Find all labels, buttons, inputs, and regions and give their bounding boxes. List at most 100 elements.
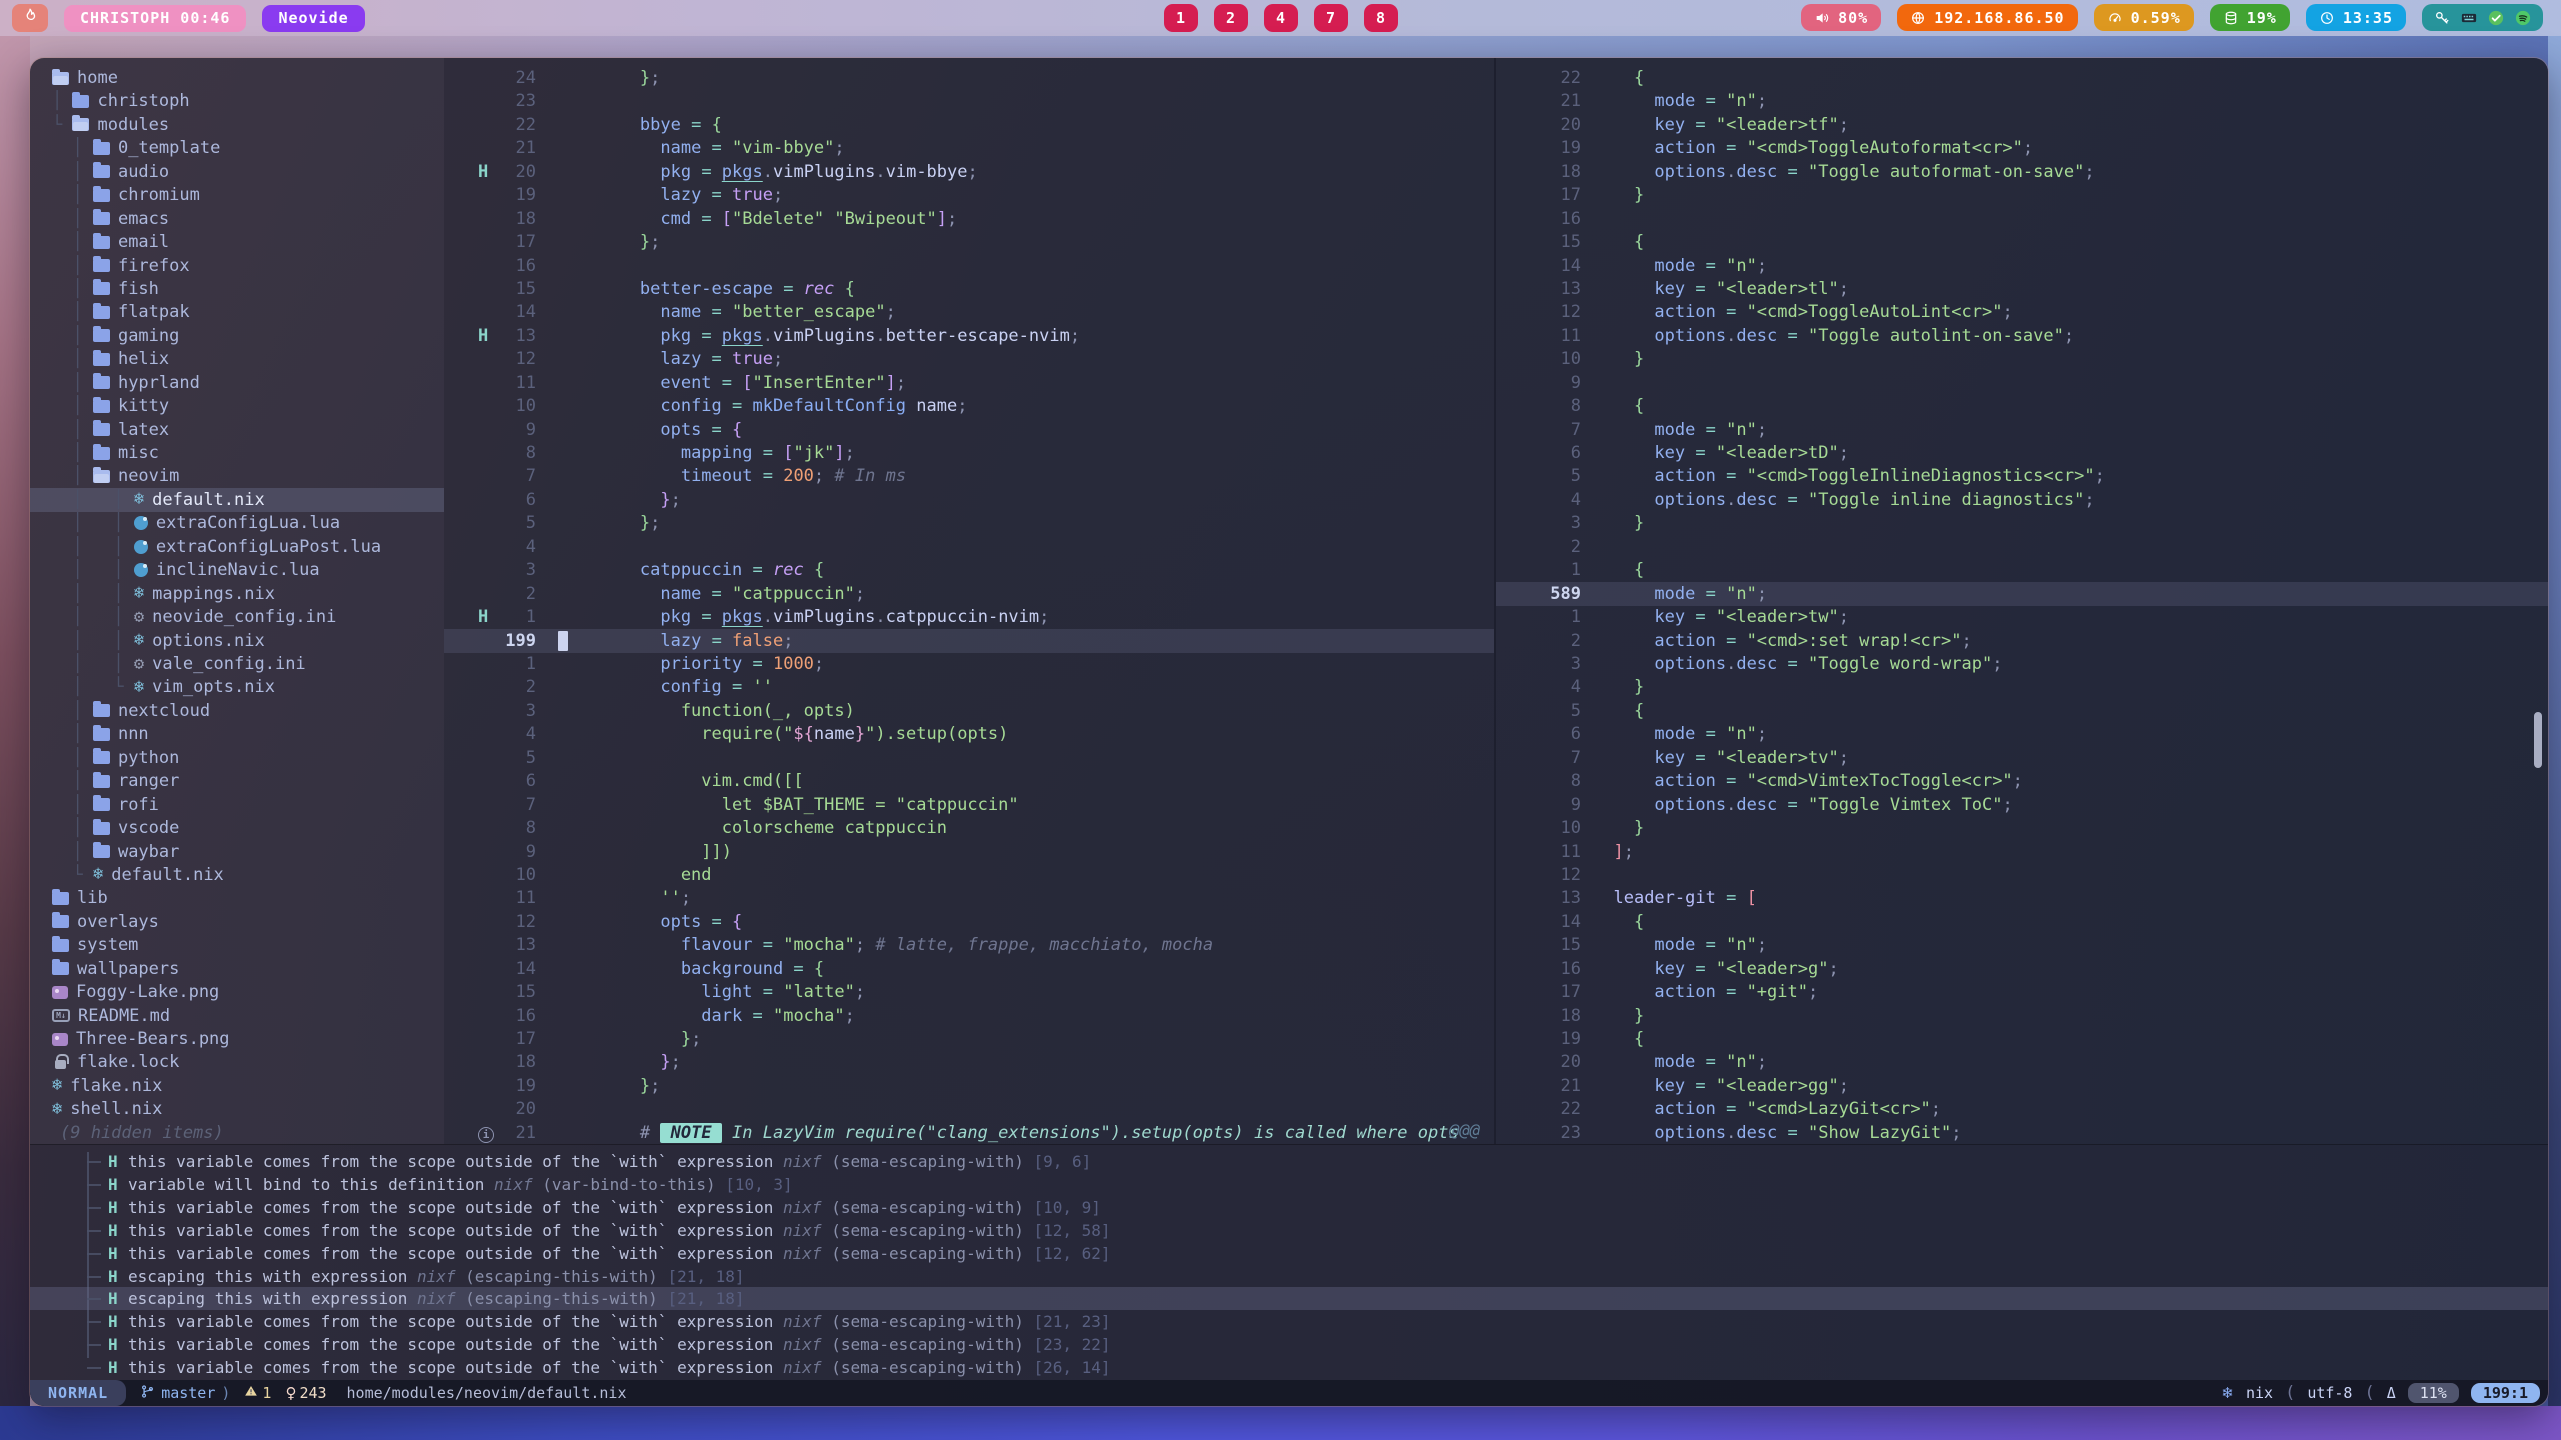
- diagnostic-row[interactable]: Hthis variable comes from the scope outs…: [30, 1219, 2548, 1242]
- tree-item-ranger[interactable]: │ ranger: [30, 769, 444, 793]
- code-line[interactable]: H20 pkg = pkgs.vimPlugins.vim-bbye;: [444, 160, 1494, 184]
- editor-pane-left[interactable]: 24 };2322 bbye = {21 name = "vim-bbye";H…: [444, 58, 1494, 1144]
- key-icon[interactable]: [2433, 9, 2451, 27]
- code-line[interactable]: 2: [1496, 535, 2548, 559]
- tree-item-inclineNavic.lua[interactable]: │ │ inclineNavic.lua: [30, 558, 444, 582]
- tree-item-default.nix[interactable]: └ ❄default.nix: [30, 863, 444, 887]
- code-line[interactable]: 9 ]]): [444, 840, 1494, 864]
- tree-item-lib[interactable]: lib: [30, 886, 444, 910]
- tree-item-0_template[interactable]: │ 0_template: [30, 136, 444, 160]
- code-line[interactable]: 1 {: [1496, 558, 2548, 582]
- tree-item-fish[interactable]: │ fish: [30, 277, 444, 301]
- code-line[interactable]: 11 '';: [444, 886, 1494, 910]
- tree-item-extraConfigLuaPost.lua[interactable]: │ │ extraConfigLuaPost.lua: [30, 535, 444, 559]
- tree-item-shell.nix[interactable]: ❄shell.nix: [30, 1097, 444, 1121]
- code-line[interactable]: 9 opts = {: [444, 418, 1494, 442]
- tree-item-neovim[interactable]: │ neovim: [30, 464, 444, 488]
- code-line[interactable]: 16 key = "<leader>g";: [1496, 957, 2548, 981]
- code-line[interactable]: 11 event = ["InsertEnter"];: [444, 371, 1494, 395]
- tree-item-audio[interactable]: │ audio: [30, 160, 444, 184]
- code-line[interactable]: 14 mode = "n";: [1496, 254, 2548, 278]
- tree-item-overlays[interactable]: overlays: [30, 910, 444, 934]
- network-pill[interactable]: 192.168.86.50: [1897, 4, 2077, 31]
- code-line[interactable]: 7 let $BAT_THEME = "catppuccin": [444, 793, 1494, 817]
- disk-pill[interactable]: 19%: [2210, 4, 2290, 31]
- code-line[interactable]: 20: [444, 1097, 1494, 1121]
- code-line[interactable]: 8 action = "<cmd>VimtexTocToggle<cr>";: [1496, 769, 2548, 793]
- tree-item-Foggy-Lake.png[interactable]: Foggy-Lake.png: [30, 980, 444, 1004]
- workspace-button-8[interactable]: 8: [1364, 4, 1398, 32]
- code-line[interactable]: 18 }: [1496, 1004, 2548, 1028]
- code-line[interactable]: 21 name = "vim-bbye";: [444, 136, 1494, 160]
- tree-item-kitty[interactable]: │ kitty: [30, 394, 444, 418]
- code-line[interactable]: 4: [444, 535, 1494, 559]
- code-line[interactable]: 18 cmd = ["Bdelete" "Bwipeout"];: [444, 207, 1494, 231]
- code-line[interactable]: 5 {: [1496, 699, 2548, 723]
- code-line[interactable]: 16: [1496, 207, 2548, 231]
- code-line[interactable]: 10 }: [1496, 347, 2548, 371]
- code-line[interactable]: 6 vim.cmd([[: [444, 769, 1494, 793]
- code-line[interactable]: 23: [444, 89, 1494, 113]
- code-line[interactable]: 3 options.desc = "Toggle word-wrap";: [1496, 652, 2548, 676]
- code-line[interactable]: 13 key = "<leader>tl";: [1496, 277, 2548, 301]
- code-line[interactable]: 19 lazy = true;: [444, 183, 1494, 207]
- tree-item-vale_config.ini[interactable]: │ │ ⚙vale_config.ini: [30, 652, 444, 676]
- tree-item-latex[interactable]: │ latex: [30, 418, 444, 442]
- tree-item-README.md[interactable]: README.md: [30, 1004, 444, 1028]
- code-line[interactable]: 4 options.desc = "Toggle inline diagnost…: [1496, 488, 2548, 512]
- tree-item-nextcloud[interactable]: │ nextcloud: [30, 699, 444, 723]
- user-clock-pill[interactable]: CHRISTOPH 00:46: [64, 5, 246, 32]
- code-line[interactable]: 7 timeout = 200; # In ms: [444, 464, 1494, 488]
- tree-item-system[interactable]: system: [30, 933, 444, 957]
- diagnostic-row[interactable]: Hescaping this with expression nixf (esc…: [30, 1265, 2548, 1288]
- tree-item-emacs[interactable]: │ emacs: [30, 207, 444, 231]
- code-line[interactable]: 199 lazy = false;: [444, 629, 1494, 653]
- tree-item-vscode[interactable]: │ vscode: [30, 816, 444, 840]
- code-line[interactable]: 9 options.desc = "Toggle Vimtex ToC";: [1496, 793, 2548, 817]
- code-line[interactable]: 11 ];: [1496, 840, 2548, 864]
- code-line[interactable]: 9: [1496, 371, 2548, 395]
- code-line[interactable]: 589 mode = "n";: [1496, 582, 2548, 606]
- code-line[interactable]: 22 {: [1496, 66, 2548, 90]
- spotify-icon[interactable]: [2514, 9, 2532, 27]
- tree-item-waybar[interactable]: │ waybar: [30, 840, 444, 864]
- git-branch[interactable]: master): [140, 1384, 230, 1403]
- workspace-button-7[interactable]: 7: [1314, 4, 1348, 32]
- tree-item-email[interactable]: │ email: [30, 230, 444, 254]
- code-line[interactable]: 19 };: [444, 1074, 1494, 1098]
- code-line[interactable]: 5 action = "<cmd>ToggleInlineDiagnostics…: [1496, 464, 2548, 488]
- code-line[interactable]: 12 lazy = true;: [444, 347, 1494, 371]
- code-line[interactable]: 20 mode = "n";: [1496, 1050, 2548, 1074]
- code-line[interactable]: 10 }: [1496, 816, 2548, 840]
- code-line[interactable]: 15 better-escape = rec {: [444, 277, 1494, 301]
- code-line[interactable]: 4 }: [1496, 675, 2548, 699]
- tree-item-neovide_config.ini[interactable]: │ │ ⚙neovide_config.ini: [30, 605, 444, 629]
- code-line[interactable]: 7 mode = "n";: [1496, 418, 2548, 442]
- code-line[interactable]: 11 options.desc = "Toggle autolint-on-sa…: [1496, 324, 2548, 348]
- tree-item-firefox[interactable]: │ firefox: [30, 254, 444, 278]
- code-line[interactable]: 10 end: [444, 863, 1494, 887]
- code-line[interactable]: i21 # NOTE In LazyVim require("clang_ext…: [444, 1121, 1494, 1144]
- code-line[interactable]: 15 mode = "n";: [1496, 933, 2548, 957]
- tree-item-9hiddenitems[interactable]: (9 hidden items): [30, 1121, 444, 1145]
- code-line[interactable]: 14 name = "better_escape";: [444, 300, 1494, 324]
- clock-pill[interactable]: 13:35: [2306, 4, 2406, 31]
- code-line[interactable]: 4 require("${name}").setup(opts): [444, 722, 1494, 746]
- volume-pill[interactable]: 80%: [1801, 4, 1881, 31]
- code-line[interactable]: 8 colorscheme catppuccin: [444, 816, 1494, 840]
- code-line[interactable]: 19 {: [1496, 1027, 2548, 1051]
- code-line[interactable]: 3 catppuccin = rec {: [444, 558, 1494, 582]
- tree-item-flake.lock[interactable]: flake.lock: [30, 1050, 444, 1074]
- cpu-pill[interactable]: 0.59%: [2094, 4, 2194, 31]
- scrollbar-thumb[interactable]: [2534, 712, 2542, 768]
- keyboard-icon[interactable]: [2460, 9, 2478, 27]
- check-circle-icon[interactable]: [2487, 9, 2505, 27]
- code-line[interactable]: 3 }: [1496, 511, 2548, 535]
- code-line[interactable]: 24 };: [444, 66, 1494, 90]
- tree-item-mappings.nix[interactable]: │ │ ❄mappings.nix: [30, 582, 444, 606]
- tree-item-hyprland[interactable]: │ hyprland: [30, 371, 444, 395]
- diagnostic-row[interactable]: Hescaping this with expression nixf (esc…: [30, 1287, 2548, 1310]
- code-line[interactable]: 15 {: [1496, 230, 2548, 254]
- tree-item-options.nix[interactable]: │ │ ❄options.nix: [30, 629, 444, 653]
- code-line[interactable]: 17 action = "+git";: [1496, 980, 2548, 1004]
